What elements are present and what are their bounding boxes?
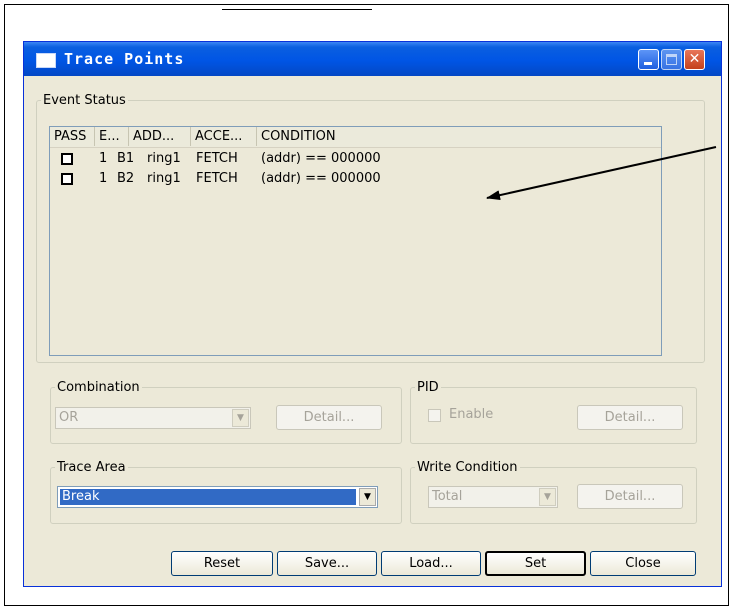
annotation-arrow — [486, 146, 717, 201]
